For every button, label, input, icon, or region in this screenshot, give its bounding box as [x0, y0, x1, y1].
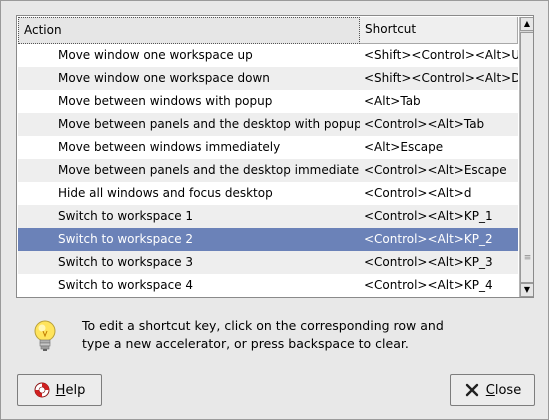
close-button-label: Close [485, 382, 522, 398]
table-header: Action Shortcut [18, 17, 518, 44]
table-row[interactable]: Switch to workspace 4 <Control><Alt>KP_4 [18, 274, 518, 297]
table-row[interactable]: Move between windows immediately <Alt>Esc… [18, 136, 518, 159]
scrollbar-thumb[interactable]: ≡ [520, 32, 533, 283]
action-cell: Switch to workspace 1 [58, 209, 194, 223]
scrollbar-grip-icon: ≡ [523, 253, 532, 263]
scroll-down-arrow-icon[interactable]: ▼ [520, 283, 533, 297]
shortcut-cell[interactable]: <Control><Alt>KP_1 [360, 205, 518, 228]
table-row[interactable]: Move between windows with popup <Alt>Tab [18, 90, 518, 113]
keyboard-shortcuts-dialog: Action Shortcut Move window one workspac… [0, 0, 549, 420]
shortcut-table[interactable]: Action Shortcut Move window one workspac… [16, 15, 534, 298]
action-cell: Move window one workspace down [58, 71, 270, 85]
table-row[interactable]: Hide all windows and focus desktop <Contr… [18, 182, 518, 205]
table-row[interactable]: Switch to workspace 3 <Control><Alt>KP_3 [18, 251, 518, 274]
table-row[interactable]: Move window one workspace up <Shift><Cont… [18, 44, 518, 67]
scroll-up-arrow-icon[interactable]: ▲ [520, 17, 533, 31]
table-row[interactable]: Switch to workspace 1 <Control><Alt>KP_1 [18, 205, 518, 228]
table-row[interactable]: Move window one workspace down <Shift><Co… [18, 67, 518, 90]
table-body: Move window one workspace up <Shift><Cont… [18, 44, 518, 297]
shortcut-cell[interactable]: <Alt>Tab [360, 90, 518, 113]
action-cell: Switch to workspace 2 [58, 232, 194, 246]
shortcut-cell[interactable]: <Control><Alt>KP_2 [360, 228, 518, 251]
vertical-scrollbar[interactable]: ▲ ≡ ▼ [519, 17, 533, 297]
hint-line-1: To edit a shortcut key, click on the cor… [82, 318, 444, 333]
lightbulb-icon [32, 319, 58, 353]
shortcut-cell[interactable]: <Shift><Control><Alt>Down [360, 67, 518, 90]
hint-line-2: type a new accelerator, or press backspa… [82, 336, 409, 351]
close-button[interactable]: Close [450, 374, 535, 406]
shortcut-cell[interactable]: <Alt>Escape [360, 136, 518, 159]
hint-text: To edit a shortcut key, click on the cor… [82, 317, 502, 353]
action-cell: Switch to workspace 3 [58, 255, 194, 269]
action-cell: Move window one workspace up [58, 48, 253, 62]
shortcut-cell[interactable]: <Shift><Control><Alt>Up [360, 44, 518, 67]
table-row[interactable]: Move between panels and the desktop with… [18, 113, 518, 136]
action-cell: Move between windows immediately [58, 140, 281, 154]
shortcut-cell[interactable]: <Control><Alt>Escape [360, 159, 518, 182]
close-x-icon [464, 382, 480, 398]
table-row[interactable]: Move between panels and the desktop imme… [18, 159, 518, 182]
action-cell: Move between windows with popup [58, 94, 273, 108]
table-row-selected[interactable]: Switch to workspace 2 <Control><Alt>KP_2 [18, 228, 518, 251]
help-button-label: Help [55, 382, 86, 398]
action-cell: Hide all windows and focus desktop [58, 186, 273, 200]
shortcut-cell[interactable]: <Control><Alt>d [360, 182, 518, 205]
help-button[interactable]: Help [17, 374, 102, 406]
action-cell: Switch to workspace 4 [58, 278, 194, 292]
action-cell: Move between panels and the desktop with… [58, 117, 360, 131]
shortcut-cell[interactable]: <Control><Alt>KP_4 [360, 274, 518, 297]
shortcut-cell[interactable]: <Control><Alt>KP_3 [360, 251, 518, 274]
action-cell: Move between panels and the desktop imme… [58, 163, 360, 177]
column-header-action[interactable]: Action [18, 17, 360, 44]
shortcut-cell[interactable]: <Control><Alt>Tab [360, 113, 518, 136]
lifebuoy-icon [34, 382, 50, 398]
column-header-shortcut[interactable]: Shortcut [360, 17, 518, 44]
